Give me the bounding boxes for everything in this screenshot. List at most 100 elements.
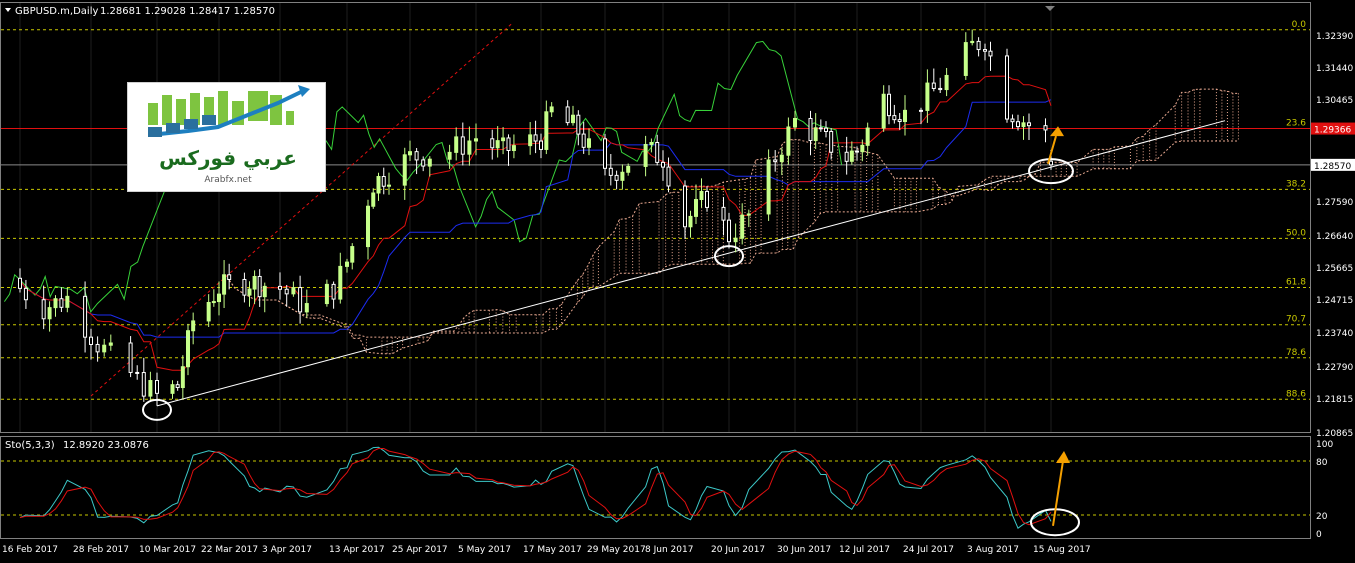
stoch-header-label: Sto(5,3,3) [5,440,55,451]
stoch-header-values: 12.8920 23.0876 [63,440,149,451]
candle-body [988,50,993,57]
stoch-arrow-head [1056,451,1070,463]
candle-body [447,151,452,160]
candle-body [408,151,412,156]
candle-body [793,117,797,128]
logo-site-text: Arabfx.net [204,175,252,185]
candle-body [643,143,648,167]
fib-level-label: 78.6 [1286,348,1306,358]
candle-body [135,371,140,374]
candle-body [211,301,216,304]
candle-body [1016,121,1020,128]
candle-body [666,166,671,187]
candle-body [614,174,619,181]
candle-body [291,287,296,295]
candle-body [324,283,329,305]
candle-body [603,138,607,169]
candle-body [727,219,731,243]
chart-header-ohlc: 1.28681 1.29028 1.28417 1.28570 [100,6,275,17]
candle-body [849,150,854,162]
candle-body [128,342,133,373]
candle-body [576,114,581,135]
candle-body [565,106,570,124]
candle-body [345,261,349,267]
x-tick-label: 3 Apr 2017 [262,545,312,555]
candle-body [824,127,828,132]
candle-body [331,283,336,300]
candle-body [95,343,100,353]
candle-body [148,380,153,397]
candle-body [511,145,516,151]
candle-body [65,295,70,308]
candle-body [626,165,631,173]
candle-body [865,127,870,146]
fib-level-label: 70.7 [1286,315,1306,325]
candle-body [699,190,704,201]
candle-body [655,142,660,163]
up-arrow-head [1050,126,1064,137]
x-tick-label: 30 Jun 2017 [777,545,831,555]
y-tick-label: 1.26640 [1316,232,1353,242]
y-tick-label: 1.22790 [1316,363,1353,373]
candle-body [970,40,975,44]
stoch-y-tick: 20 [1316,512,1328,522]
candle-body [298,287,303,313]
main-panel-frame [0,2,1311,433]
candle-body [89,336,93,345]
candle-body [779,154,784,163]
candle-body [705,190,709,208]
candle-body [495,140,500,149]
x-tick-label: 13 Apr 2017 [329,545,385,555]
candle-body [808,117,813,142]
x-tick-label: 25 Apr 2017 [392,545,448,555]
x-tick-label: 8 Jun 2017 [645,545,693,555]
candle-body [175,384,180,389]
x-tick-label: 10 Mar 2017 [139,545,196,555]
candle-body [944,74,949,91]
y-tick-label: 1.31440 [1316,64,1353,74]
candle-body [421,159,426,167]
y-tick-label: 1.27590 [1316,198,1353,208]
fib-level-label: 23.6 [1286,119,1306,129]
candle-body [53,298,58,309]
x-tick-label: 15 Aug 2017 [1033,545,1091,555]
candle-body [222,274,227,295]
candle-body [1027,122,1031,127]
candle-body [571,114,575,124]
x-tick-label: 28 Feb 2017 [73,545,129,555]
candle-body [1049,160,1053,166]
candle-body [257,275,262,298]
candle-body [740,214,745,239]
fib-level-label: 50.0 [1286,228,1306,238]
y-tick-label: 1.20865 [1316,429,1353,439]
candle-body [460,136,465,155]
candle-body [688,215,693,228]
candle-body [376,176,381,194]
candle-body [773,159,778,163]
candle-body [818,127,823,130]
candle-body [474,138,478,142]
candle-body [528,134,533,147]
x-tick-label: 16 Feb 2017 [2,545,58,555]
candle-body [180,366,185,389]
y-tick-label: 1.32390 [1316,32,1353,42]
candle-body [539,140,543,150]
x-tick-label: 22 Mar 2017 [201,545,258,555]
candle-body [608,167,613,176]
candle-body [897,119,902,123]
candle-body [860,144,865,153]
fib-level-label: 0.0 [1292,20,1307,30]
candle-body [919,109,923,112]
candle-body [141,372,146,397]
candle-body [721,206,726,221]
logo-arabic-text: عربي فوركس [159,146,297,171]
x-tick-label: 12 Jul 2017 [839,545,890,555]
chart-header-symbol: GBPUSD.m,Daily [15,6,98,17]
candle-body [108,342,113,346]
candle-body [983,49,987,52]
chart-menu-icon [5,8,11,12]
candle-body [278,285,282,290]
candle-body [227,274,232,280]
candle-body [59,298,64,308]
candle-body [581,133,586,148]
